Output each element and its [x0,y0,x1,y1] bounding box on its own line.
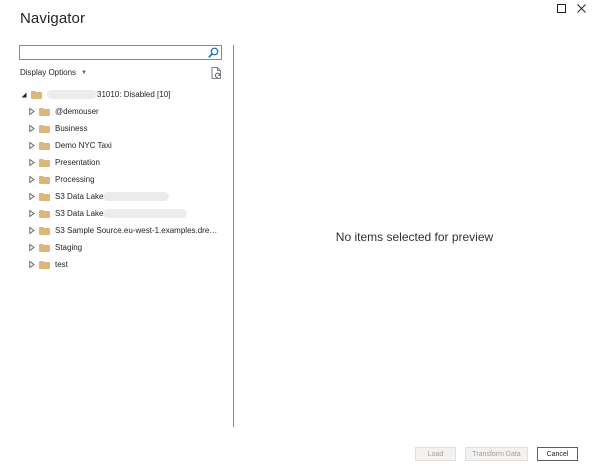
transform-data-button[interactable]: Transform Data [465,447,528,461]
folder-icon [39,243,50,252]
navigator-tree: 31010: Disabled [10] @demouser Business De… [20,86,230,273]
chevron-down-icon: ▼ [81,69,87,76]
tree-root-node[interactable]: 31010: Disabled [10] [20,86,230,103]
folder-icon [39,175,50,184]
tree-node[interactable]: @demouser [20,103,230,120]
tree-node[interactable]: S3 Sample Source.eu-west-1.examples.drem… [20,222,230,239]
collapsed-arrow-icon[interactable] [28,142,36,150]
search-box[interactable] [19,45,222,60]
tree-node[interactable]: Business [20,120,230,137]
tree-node-label: S3 Data Lake [55,192,104,201]
dialog-title: Navigator [20,10,86,27]
preview-empty-message: No items selected for preview [335,230,494,244]
folder-icon [39,158,50,167]
redacted-text [103,192,170,201]
folder-icon [39,192,50,201]
folder-icon [39,209,50,218]
tree-node[interactable]: Staging [20,239,230,256]
maximize-icon [556,3,566,13]
collapsed-arrow-icon[interactable] [28,159,36,167]
tree-node[interactable]: Processing [20,171,230,188]
tree-node[interactable]: Demo NYC Taxi [20,137,230,154]
tree-node[interactable]: S3 Data Lake [20,188,230,205]
tree-node-label: S3 Data Lake [55,209,104,218]
folder-icon [39,141,50,150]
collapsed-arrow-icon[interactable] [28,244,36,252]
dialog-footer: Load Transform Data Cancel [415,447,578,461]
redacted-text [47,90,97,99]
redacted-text [103,209,188,218]
search-input[interactable] [22,46,202,59]
tree-node[interactable]: Presentation [20,154,230,171]
tree-node-label: Business [55,124,88,133]
tree-node-label: Demo NYC Taxi [55,141,112,150]
folder-icon [39,226,50,235]
tree-node-label: Staging [55,243,83,252]
collapsed-arrow-icon[interactable] [28,227,36,235]
close-icon [576,3,586,13]
folder-icon [39,107,50,116]
maximize-button[interactable] [551,0,571,16]
folder-icon [31,90,42,99]
display-options-label: Display Options [20,68,77,77]
tree-node-label: @demouser [55,107,99,116]
navigator-dialog: Navigator Display Options ▼ 31010: Disab… [0,0,595,471]
window-controls [551,0,591,16]
tree-node[interactable]: test [20,256,230,273]
refresh-icon[interactable] [211,67,222,79]
collapsed-arrow-icon[interactable] [28,125,36,133]
tree-node[interactable]: S3 Data Lake [20,205,230,222]
display-options-dropdown[interactable]: Display Options ▼ [20,68,87,77]
close-button[interactable] [571,0,591,16]
tree-node-label: S3 Sample Source.eu-west-1.examples.drem… [55,226,223,235]
folder-icon [39,124,50,133]
tree-node-label: Presentation [55,158,100,167]
tree-node-label: test [55,260,68,269]
folder-icon [39,260,50,269]
collapsed-arrow-icon[interactable] [28,193,36,201]
load-button[interactable]: Load [415,447,456,461]
tree-node-label: Processing [55,175,95,184]
expanded-arrow-icon[interactable] [20,91,28,99]
collapsed-arrow-icon[interactable] [28,176,36,184]
cancel-button[interactable]: Cancel [537,447,578,461]
collapsed-arrow-icon[interactable] [28,210,36,218]
search-icon[interactable] [208,47,219,58]
collapsed-arrow-icon[interactable] [28,108,36,116]
collapsed-arrow-icon[interactable] [28,261,36,269]
tree-root-label: 31010: Disabled [10] [97,90,171,99]
